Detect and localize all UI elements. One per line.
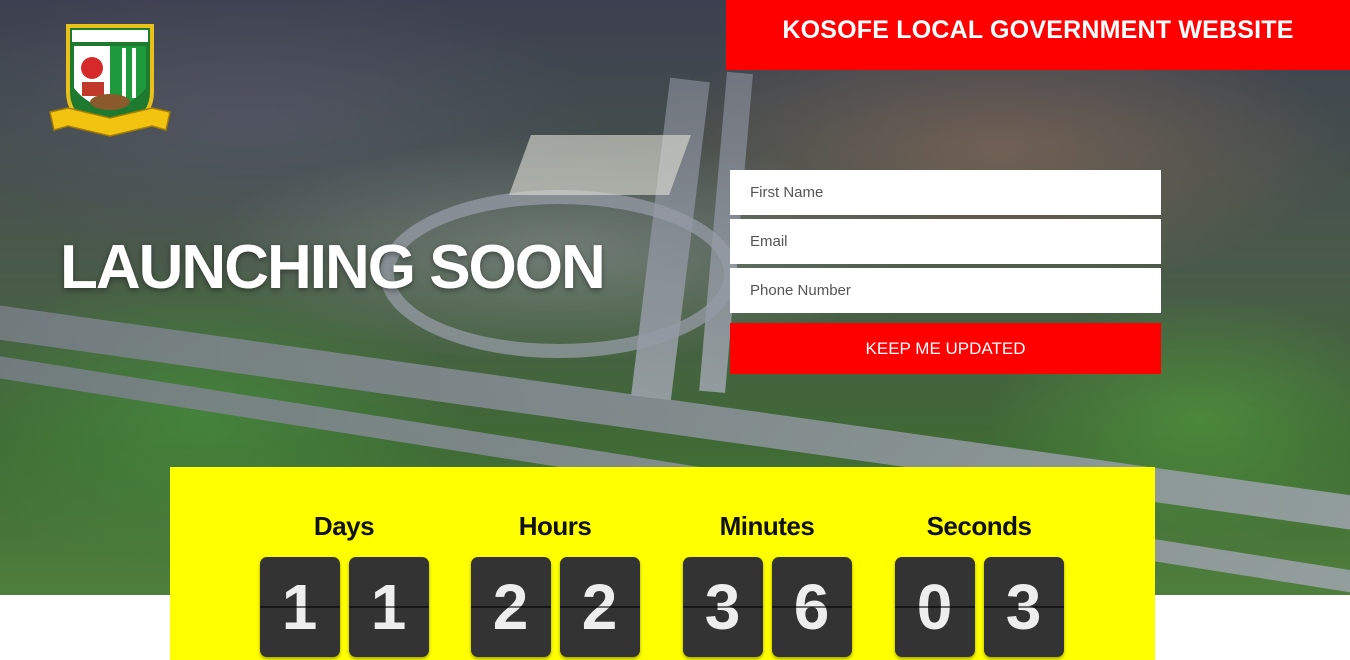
seconds-digit: 3 [1005,571,1042,643]
page: KOSOFE LOCAL GOVERNMENT WEBSITE LAUNCHIN… [0,0,1350,660]
days-label: Days [313,511,375,541]
header-banner: KOSOFE LOCAL GOVERNMENT WEBSITE [726,0,1350,70]
minutes-digit-card: 3 [682,557,763,657]
seconds-digit-card: 3 [983,557,1064,657]
keep-me-updated-button[interactable]: KEEP ME UPDATED [730,323,1161,374]
hours-digit: 2 [492,571,529,643]
countdown-seconds: Seconds 0 3 [889,511,1069,657]
days-digit-card: 1 [348,557,429,657]
countdown-hours: Hours 2 2 [465,511,645,657]
hours-label: Hours [518,511,592,541]
countdown-panel: Days 1 1 Hours 2 2 Minutes 3 6 Seconds 0 [170,467,1155,660]
kosofe-crest-logo [49,24,171,137]
minutes-digit: 6 [793,571,830,643]
minutes-label: Minutes [719,511,815,541]
seconds-digit: 0 [916,571,953,643]
hours-digit-card: 2 [559,557,640,657]
countdown-days: Days 1 1 [254,511,434,657]
signup-form: KEEP ME UPDATED [730,170,1161,374]
minutes-digit: 3 [704,571,741,643]
minutes-digit-card: 6 [771,557,852,657]
days-digit-card: 1 [259,557,340,657]
building-roof-shape [509,135,691,195]
seconds-digit-card: 0 [894,557,975,657]
first-name-input[interactable] [730,170,1161,215]
hours-digit-card: 2 [470,557,551,657]
seconds-label: Seconds [926,511,1032,541]
launching-soon-heading: LAUNCHING SOON [60,233,606,302]
phone-number-input[interactable] [730,268,1161,313]
email-input[interactable] [730,219,1161,264]
days-digit: 1 [370,571,407,643]
hours-digit: 2 [581,571,618,643]
countdown-minutes: Minutes 3 6 [677,511,857,657]
days-digit: 1 [281,571,318,643]
site-title: KOSOFE LOCAL GOVERNMENT WEBSITE [782,15,1294,44]
